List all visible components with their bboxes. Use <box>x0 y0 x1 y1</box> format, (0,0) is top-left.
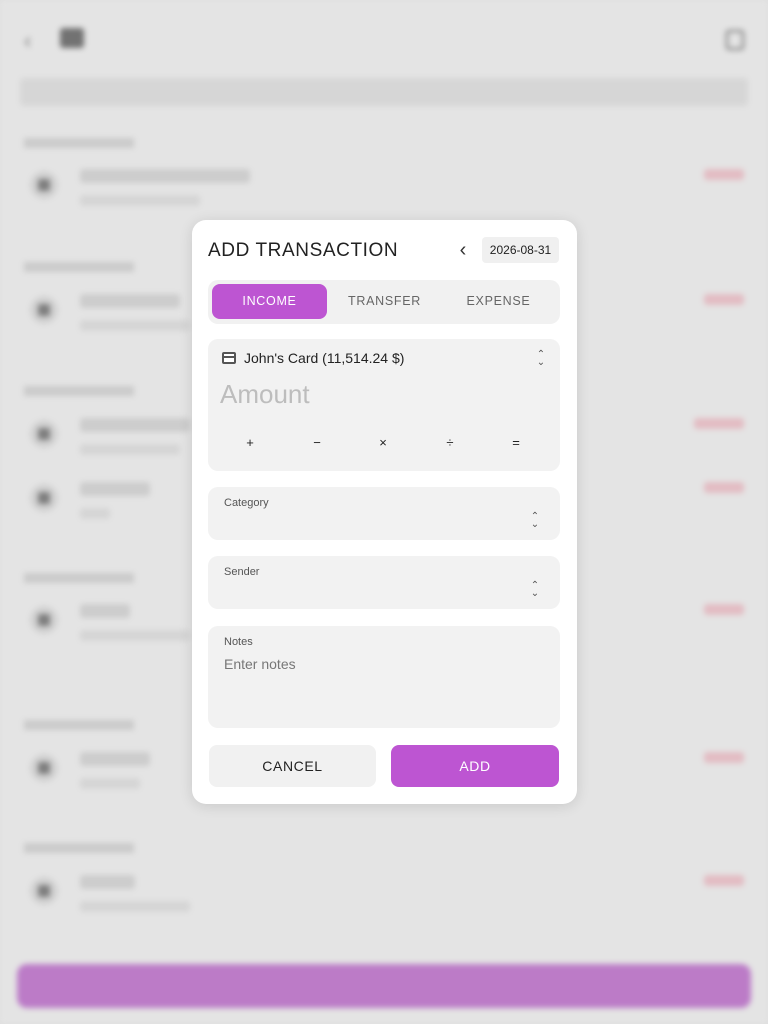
date-picker-button[interactable]: 2026-08-31 <box>482 237 559 263</box>
cancel-button[interactable]: CANCEL <box>209 745 376 787</box>
chevron-left-icon[interactable]: ‹ <box>452 240 474 262</box>
chevron-up-down-icon: ⌃ ⌄ <box>536 349 546 368</box>
tab-income[interactable]: INCOME <box>212 284 327 319</box>
credit-card-icon <box>222 352 236 364</box>
calculator-operators: + − × ÷ = <box>218 431 550 455</box>
add-transaction-dialog: ADD TRANSACTION ‹ 2026-08-31 INCOME TRAN… <box>192 220 577 804</box>
account-select[interactable]: John's Card (11,514.24 $) ⌃ ⌄ <box>220 349 550 371</box>
notes-input[interactable] <box>224 656 544 716</box>
chevron-up-down-icon: ⌃ ⌄ <box>530 511 540 530</box>
category-label: Category <box>224 497 269 509</box>
notes-label: Notes <box>224 636 253 648</box>
account-select-value: John's Card (11,514.24 $) <box>244 350 405 366</box>
transaction-type-selector: INCOME TRANSFER EXPENSE <box>208 280 560 324</box>
tab-transfer[interactable]: TRANSFER <box>327 284 442 319</box>
amount-card: John's Card (11,514.24 $) ⌃⌄ + − × ÷ = <box>208 339 560 471</box>
minus-button[interactable]: − <box>285 431 349 455</box>
notes-field: Notes <box>208 626 560 728</box>
plus-button[interactable]: + <box>218 431 282 455</box>
sender-select[interactable]: Sender ⌃ ⌄ <box>208 556 560 609</box>
divide-button[interactable]: ÷ <box>418 431 482 455</box>
equals-button[interactable]: = <box>484 431 548 455</box>
dialog-title: ADD TRANSACTION <box>208 240 399 261</box>
category-select[interactable]: Category ⌃ ⌄ <box>208 487 560 540</box>
sender-label: Sender <box>224 566 260 578</box>
add-button[interactable]: ADD <box>391 745 559 787</box>
tab-expense[interactable]: EXPENSE <box>441 284 556 319</box>
chevron-up-down-icon: ⌃ ⌄ <box>530 580 540 599</box>
amount-input[interactable] <box>220 377 550 411</box>
multiply-button[interactable]: × <box>351 431 415 455</box>
